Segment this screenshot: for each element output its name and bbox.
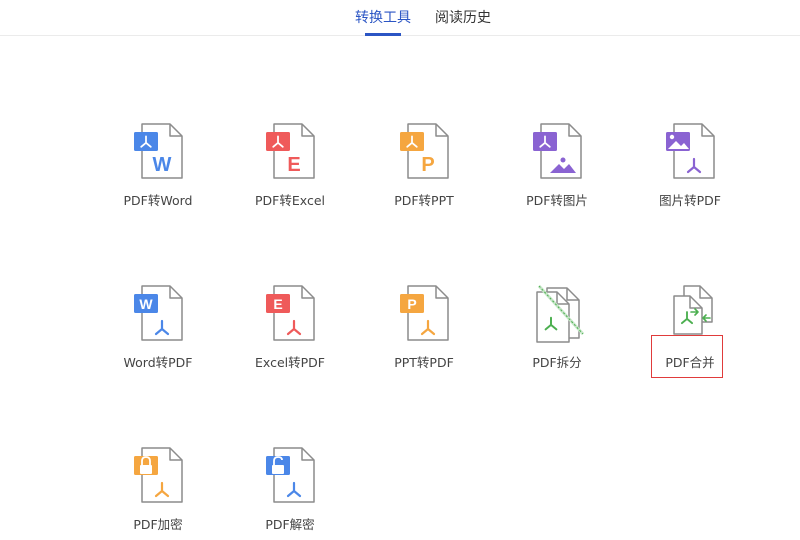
pdf-encrypt-icon xyxy=(130,444,186,508)
tool-label: PDF转Excel xyxy=(255,193,325,208)
pdf-to-ppt-icon: P xyxy=(396,120,452,184)
tool-pdf-split[interactable]: PDF拆分 xyxy=(489,282,619,382)
tab-reading-history-label: 阅读历史 xyxy=(435,10,491,26)
tool-label: PDF转Word xyxy=(123,193,193,208)
tool-pdf-to-image[interactable]: PDF转图片 xyxy=(489,120,619,220)
pdf-merge-icon xyxy=(662,282,718,346)
tool-image-to-pdf[interactable]: 图片转PDF xyxy=(622,120,752,220)
tool-label: 图片转PDF xyxy=(659,193,721,208)
tool-pdf-merge[interactable]: PDF合并 xyxy=(622,282,752,382)
tool-label: PDF合并 xyxy=(665,355,715,370)
svg-text:P: P xyxy=(407,296,416,312)
tool-label: Excel转PDF xyxy=(255,355,325,370)
svg-text:E: E xyxy=(273,296,282,312)
tool-pdf-to-ppt[interactable]: P PDF转PPT xyxy=(356,120,486,220)
tool-pdf-encrypt[interactable]: PDF加密 xyxy=(90,444,220,540)
tool-label: Word转PDF xyxy=(123,355,193,370)
ppt-to-pdf-icon: P xyxy=(396,282,452,346)
svg-text:E: E xyxy=(287,154,300,176)
tool-pdf-to-word[interactable]: W PDF转Word xyxy=(90,120,220,220)
excel-to-pdf-icon: E xyxy=(262,282,318,346)
pdf-to-image-icon xyxy=(529,120,585,184)
tab-bar: 转换工具 阅读历史 xyxy=(0,0,800,36)
svg-text:P: P xyxy=(421,154,434,176)
tool-label: PDF拆分 xyxy=(532,355,582,370)
tool-label: PDF转图片 xyxy=(526,193,588,208)
tool-word-to-pdf[interactable]: W Word转PDF xyxy=(90,282,220,382)
tool-pdf-decrypt[interactable]: PDF解密 xyxy=(222,444,352,540)
tool-label: PDF转PPT xyxy=(394,193,454,208)
pdf-decrypt-icon xyxy=(262,444,318,508)
tool-excel-to-pdf[interactable]: E Excel转PDF xyxy=(222,282,352,382)
pdf-split-icon xyxy=(529,282,585,346)
word-to-pdf-icon: W xyxy=(130,282,186,346)
image-to-pdf-icon xyxy=(662,120,718,184)
tool-label: PDF解密 xyxy=(265,517,315,532)
pdf-to-excel-icon: E xyxy=(262,120,318,184)
tool-label: PDF加密 xyxy=(133,517,183,532)
tool-pdf-to-excel[interactable]: E PDF转Excel xyxy=(222,120,352,220)
tab-convert-tools[interactable]: 转换工具 xyxy=(355,0,411,36)
tab-reading-history[interactable]: 阅读历史 xyxy=(435,0,491,36)
svg-text:W: W xyxy=(153,154,172,176)
svg-text:W: W xyxy=(139,296,153,312)
tool-ppt-to-pdf[interactable]: P PPT转PDF xyxy=(356,282,486,382)
tab-convert-tools-label: 转换工具 xyxy=(355,10,411,26)
pdf-to-word-icon: W xyxy=(130,120,186,184)
active-tab-indicator xyxy=(365,33,401,36)
tool-label: PPT转PDF xyxy=(394,355,454,370)
